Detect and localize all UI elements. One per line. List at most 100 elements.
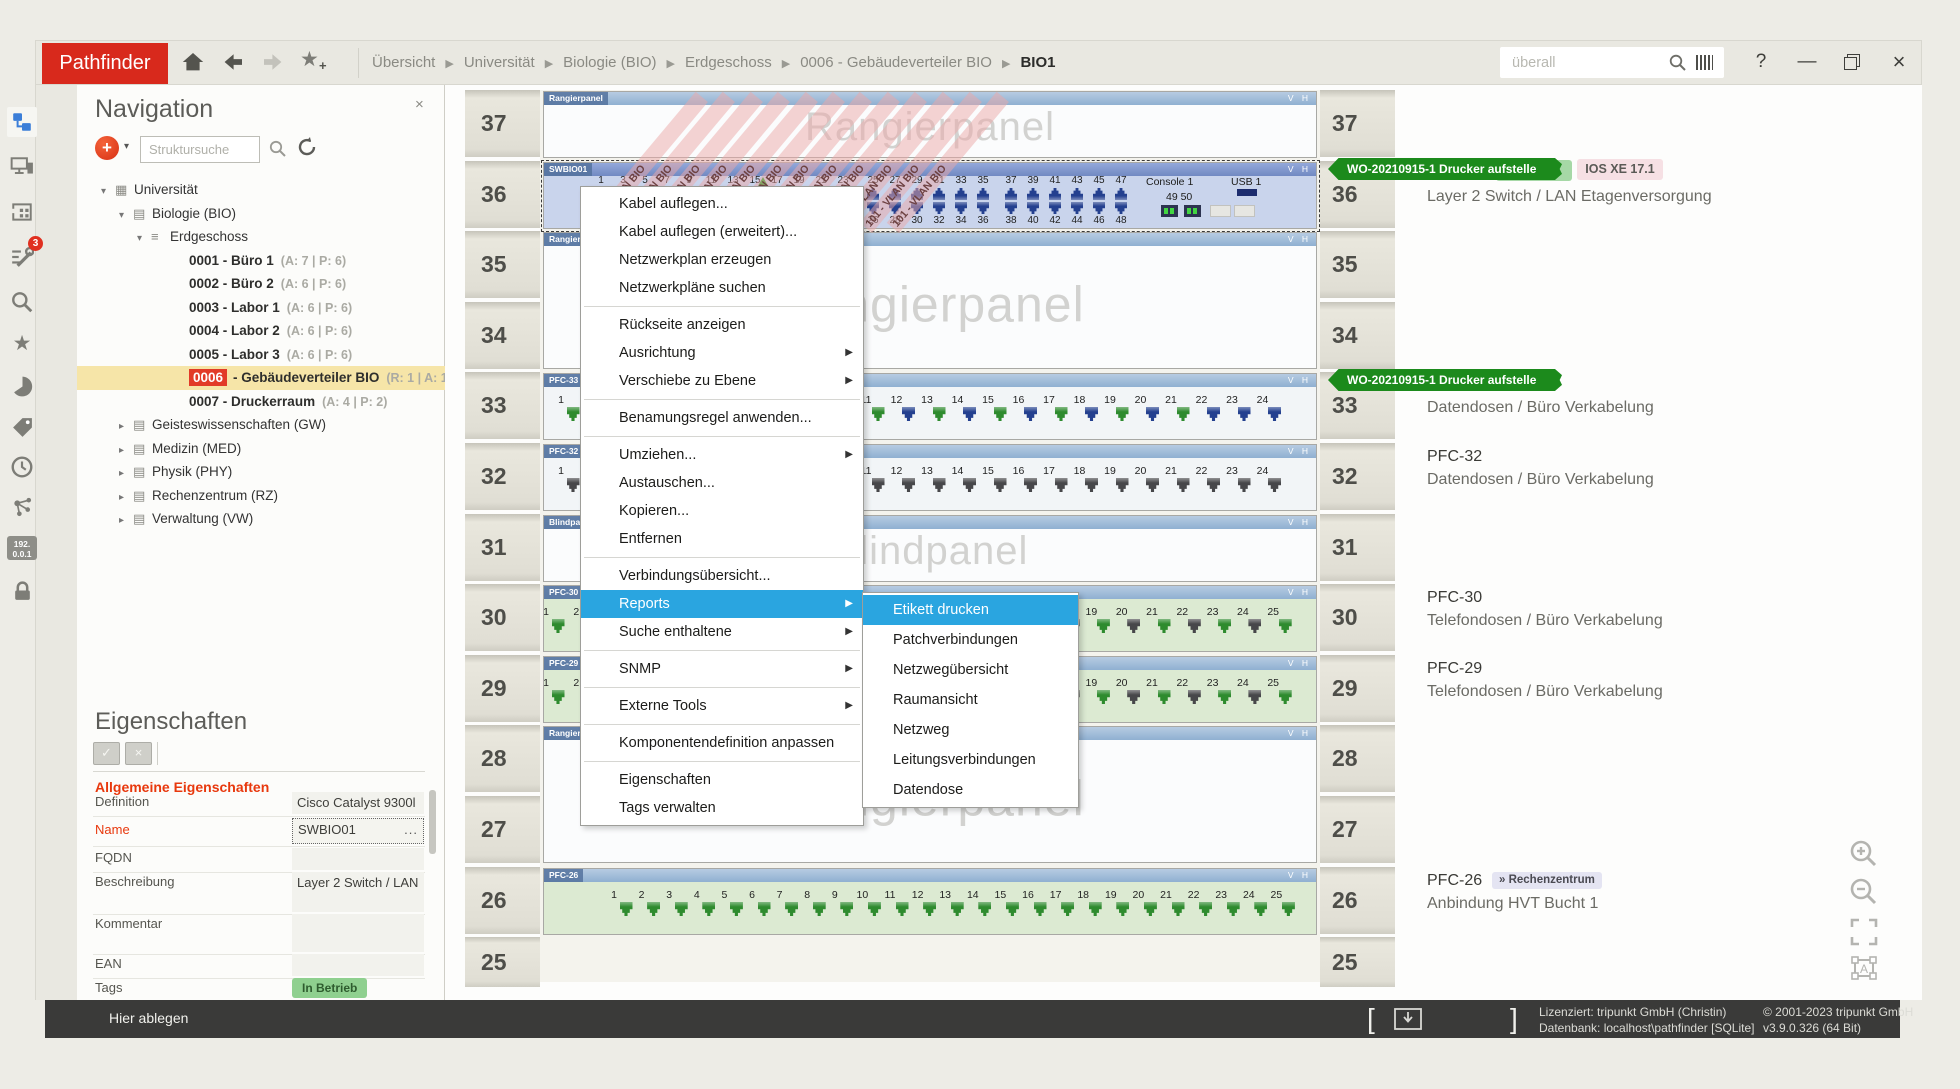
rack-panel-pfc-26[interactable]: PFC-26V H1234567891011121314151617181920… (543, 868, 1317, 935)
port[interactable] (1116, 478, 1129, 492)
port[interactable] (1144, 902, 1157, 916)
tree-item[interactable]: 0004 - Labor 2(A: 6 | P: 6) (77, 319, 445, 343)
tree-item[interactable]: ▸▤Medizin (MED) (77, 437, 445, 461)
port[interactable] (1199, 902, 1212, 916)
port[interactable] (1049, 202, 1061, 214)
chevron-right-icon[interactable]: ▸ (119, 415, 133, 437)
discard-button[interactable]: × (125, 742, 152, 765)
port[interactable] (1093, 202, 1105, 214)
property-value-field[interactable]: Layer 2 Switch / LAN (292, 872, 424, 912)
property-value-field[interactable] (292, 914, 424, 952)
port[interactable] (552, 619, 565, 633)
add-button[interactable]: + (95, 136, 119, 160)
tree-item[interactable]: ▾▤Biologie (BIO) (77, 202, 445, 226)
port[interactable] (647, 902, 660, 916)
menu-item[interactable]: Leitungsverbindungen (863, 745, 1078, 775)
home-icon[interactable] (181, 50, 207, 76)
zoom-in-icon[interactable] (1848, 838, 1880, 870)
search-rail-icon[interactable] (7, 287, 37, 317)
tree-item[interactable]: ▸▤Physik (PHY) (77, 460, 445, 484)
port[interactable] (552, 690, 565, 704)
port[interactable] (1279, 619, 1292, 633)
port[interactable] (1248, 690, 1261, 704)
port[interactable] (1177, 478, 1190, 492)
menu-item[interactable]: Entfernen (581, 525, 863, 553)
close-button[interactable]: × (1884, 48, 1914, 78)
port[interactable] (1158, 619, 1171, 633)
port[interactable] (1093, 188, 1105, 200)
breadcrumb-item[interactable]: BIO1 (1020, 54, 1055, 71)
structure-search-input[interactable] (147, 137, 257, 162)
breadcrumb-item[interactable]: Übersicht (372, 54, 435, 71)
menu-item[interactable]: Netzwegübersicht (863, 655, 1078, 685)
usb-port[interactable] (1237, 189, 1257, 196)
menu-item[interactable]: Verschiebe zu Ebene▶ (581, 367, 863, 395)
port[interactable] (963, 478, 976, 492)
port[interactable] (785, 902, 798, 916)
pie-chart-icon[interactable] (7, 371, 37, 401)
tree-item[interactable]: ▸▤Verwaltung (VW) (77, 507, 445, 531)
menu-item[interactable]: Umziehen...▶ (581, 441, 863, 469)
tree-item[interactable]: 0002 - Büro 2(A: 6 | P: 6) (77, 272, 445, 296)
port[interactable] (955, 202, 967, 214)
tree-search-icon[interactable] (268, 139, 287, 158)
tools-icon[interactable]: 3 (7, 242, 37, 272)
tree-item[interactable]: 0001 - Büro 1(A: 7 | P: 6) (77, 249, 445, 273)
workorder-ribbon[interactable]: WO-20210915-1 Drucker aufstelle (1328, 158, 1562, 180)
forward-icon[interactable] (261, 50, 287, 76)
port[interactable] (1172, 902, 1185, 916)
port[interactable] (902, 478, 915, 492)
port[interactable] (1055, 407, 1068, 421)
port[interactable] (1238, 478, 1251, 492)
structure-search[interactable] (140, 136, 260, 163)
port[interactable] (977, 202, 989, 214)
chevron-down-icon[interactable]: ▾ (101, 180, 115, 202)
scrollbar-thumb[interactable] (429, 790, 436, 854)
port[interactable] (1024, 407, 1037, 421)
menu-item[interactable]: Patchverbindungen (863, 625, 1078, 655)
port[interactable] (1127, 690, 1140, 704)
port[interactable] (730, 902, 743, 916)
port[interactable] (1188, 619, 1201, 633)
label-tool-icon[interactable]: A (1848, 952, 1880, 984)
port[interactable] (1177, 407, 1190, 421)
menu-item[interactable]: Suche enthaltene▶ (581, 618, 863, 646)
port[interactable] (1158, 690, 1171, 704)
menu-item[interactable]: Komponentendefinition anpassen (581, 729, 863, 757)
port[interactable] (868, 902, 881, 916)
property-value-field[interactable]: Cisco Catalyst 9300l (292, 792, 424, 814)
tree-item[interactable]: 0007 - Druckerraum(A: 4 | P: 2) (77, 390, 445, 414)
port[interactable] (1116, 902, 1129, 916)
search-icon[interactable] (1668, 53, 1687, 72)
port[interactable] (951, 902, 964, 916)
port[interactable] (902, 407, 915, 421)
menu-item[interactable]: Raumansicht (863, 685, 1078, 715)
global-search-input[interactable] (1510, 47, 1664, 78)
menu-item[interactable]: Externe Tools▶ (581, 692, 863, 720)
port[interactable] (955, 188, 967, 200)
menu-item[interactable]: Datendose (863, 775, 1078, 805)
port[interactable] (813, 902, 826, 916)
menu-item[interactable]: Kabel auflegen (erweitert)... (581, 218, 863, 246)
breadcrumb-item[interactable]: Universität (464, 54, 535, 71)
panel-close-icon[interactable]: × (415, 96, 424, 113)
back-icon[interactable] (221, 50, 247, 76)
port[interactable] (1089, 902, 1102, 916)
port[interactable] (994, 478, 1007, 492)
port[interactable] (1085, 407, 1098, 421)
lock-icon[interactable] (7, 576, 37, 606)
port[interactable] (675, 902, 688, 916)
property-value-field[interactable] (292, 954, 424, 976)
ip-address-icon[interactable]: 192.0.0.1 (7, 533, 37, 563)
fit-view-icon[interactable] (1848, 916, 1880, 948)
port[interactable] (994, 407, 1007, 421)
port[interactable] (933, 202, 945, 214)
hierarchy-icon[interactable] (7, 107, 37, 137)
port[interactable] (1024, 478, 1037, 492)
port[interactable] (567, 407, 580, 421)
minimize-button[interactable]: — (1792, 48, 1822, 78)
chevron-right-icon[interactable]: ▸ (119, 509, 133, 531)
port[interactable] (1146, 478, 1159, 492)
chevron-right-icon[interactable]: ▸ (119, 462, 133, 484)
port[interactable] (1115, 188, 1127, 200)
